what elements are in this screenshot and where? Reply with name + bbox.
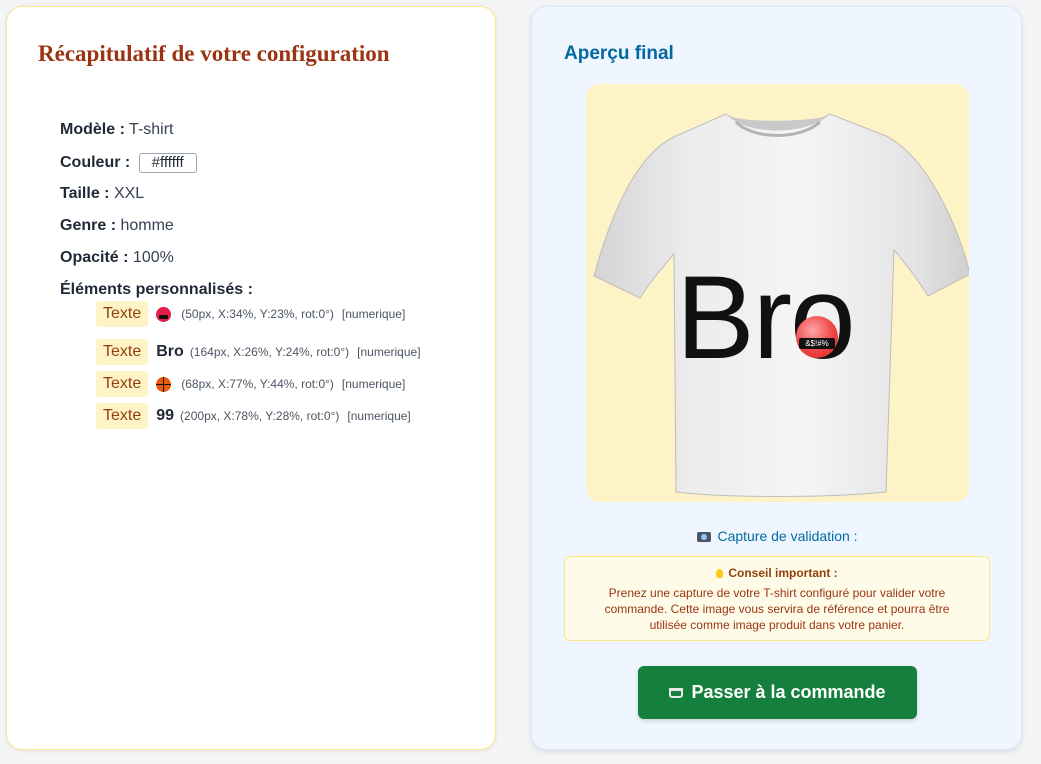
camera-icon: [697, 532, 712, 542]
place-order-label: Passer à la commande: [691, 682, 886, 702]
spec-color-swatch: #ffffff: [138, 153, 197, 173]
face-with-symbols-on-mouth-icon: [156, 306, 172, 322]
spec-opacity-value: 100%: [132, 249, 174, 266]
spec-color-label: Couleur :: [60, 154, 131, 171]
spec-opacity-label: Opacité :: [60, 249, 129, 266]
preview-title: Aperçu final: [564, 43, 674, 64]
element-type-badge: Texte: [96, 403, 149, 429]
cart-icon: [669, 687, 684, 698]
element-type-badge: Texte: [96, 371, 149, 397]
place-order-button[interactable]: Passer à la commande: [638, 666, 917, 719]
tshirt-print-emoji-icon: [796, 316, 838, 358]
tshirt-preview: Bro: [586, 84, 969, 502]
spec-size-value: XXL: [113, 185, 145, 202]
element-meta: (200px, X:78%, Y:28%, rot:0°): [180, 409, 340, 423]
custom-element-item: Texte 99 (200px, X:78%, Y:28%, rot:0°) […: [96, 402, 411, 430]
element-meta: (164px, X:26%, Y:24%, rot:0°): [189, 345, 350, 359]
configuration-summary-card: Récapitulatif de votre configuration Mod…: [6, 6, 496, 750]
spec-model: Modèle : T-shirt: [60, 121, 174, 139]
element-type-tag: [numerique]: [341, 307, 406, 321]
capture-label: Capture de validation :: [717, 528, 858, 544]
basketball-icon: [156, 376, 172, 392]
element-type-badge: Texte: [96, 301, 149, 327]
element-type-badge: Texte: [96, 339, 149, 365]
spec-opacity: Opacité : 100%: [60, 249, 174, 267]
tip-heading: Conseil important :: [565, 566, 989, 580]
element-content: Bro: [156, 343, 184, 360]
spec-gender-label: Genre :: [60, 217, 117, 234]
summary-title: Récapitulatif de votre configuration: [38, 41, 390, 66]
spec-model-value: T-shirt: [129, 121, 174, 138]
spec-color: Couleur : #ffffff: [60, 153, 197, 173]
element-type-tag: [numerique]: [347, 409, 411, 423]
tip-title: Conseil important :: [728, 566, 838, 580]
spec-gender-value: homme: [120, 217, 174, 234]
spec-gender: Genre : homme: [60, 217, 174, 235]
element-meta: (50px, X:34%, Y:23%, rot:0°): [181, 307, 334, 321]
spec-elements-label: Éléments personnalisés :: [60, 281, 253, 298]
spec-size-label: Taille :: [60, 185, 110, 202]
custom-element-item: Texte (50px, X:34%, Y:23%, rot:0°) [nume…: [96, 300, 405, 328]
element-content: 99: [156, 407, 175, 424]
tip-box: Conseil important : Prenez une capture d…: [564, 556, 990, 641]
custom-element-item: Texte (68px, X:77%, Y:44%, rot:0°) [nume…: [96, 370, 405, 398]
spec-model-label: Modèle :: [60, 121, 125, 138]
spec-size: Taille : XXL: [60, 185, 144, 203]
element-type-tag: [numerique]: [357, 345, 421, 359]
spec-elements-heading: Éléments personnalisés :: [60, 281, 253, 299]
custom-element-item: Texte Bro (164px, X:26%, Y:24%, rot:0°) …: [96, 338, 421, 366]
tip-text: Prenez une capture de votre T-shirt conf…: [604, 586, 950, 632]
element-meta: (68px, X:77%, Y:44%, rot:0°): [181, 377, 334, 391]
capture-validation: Capture de validation :: [532, 528, 1023, 544]
lightbulb-icon: [716, 569, 724, 578]
element-type-tag: [numerique]: [341, 377, 406, 391]
final-preview-card: Aperçu final Bro Capture de validation :: [531, 6, 1022, 750]
